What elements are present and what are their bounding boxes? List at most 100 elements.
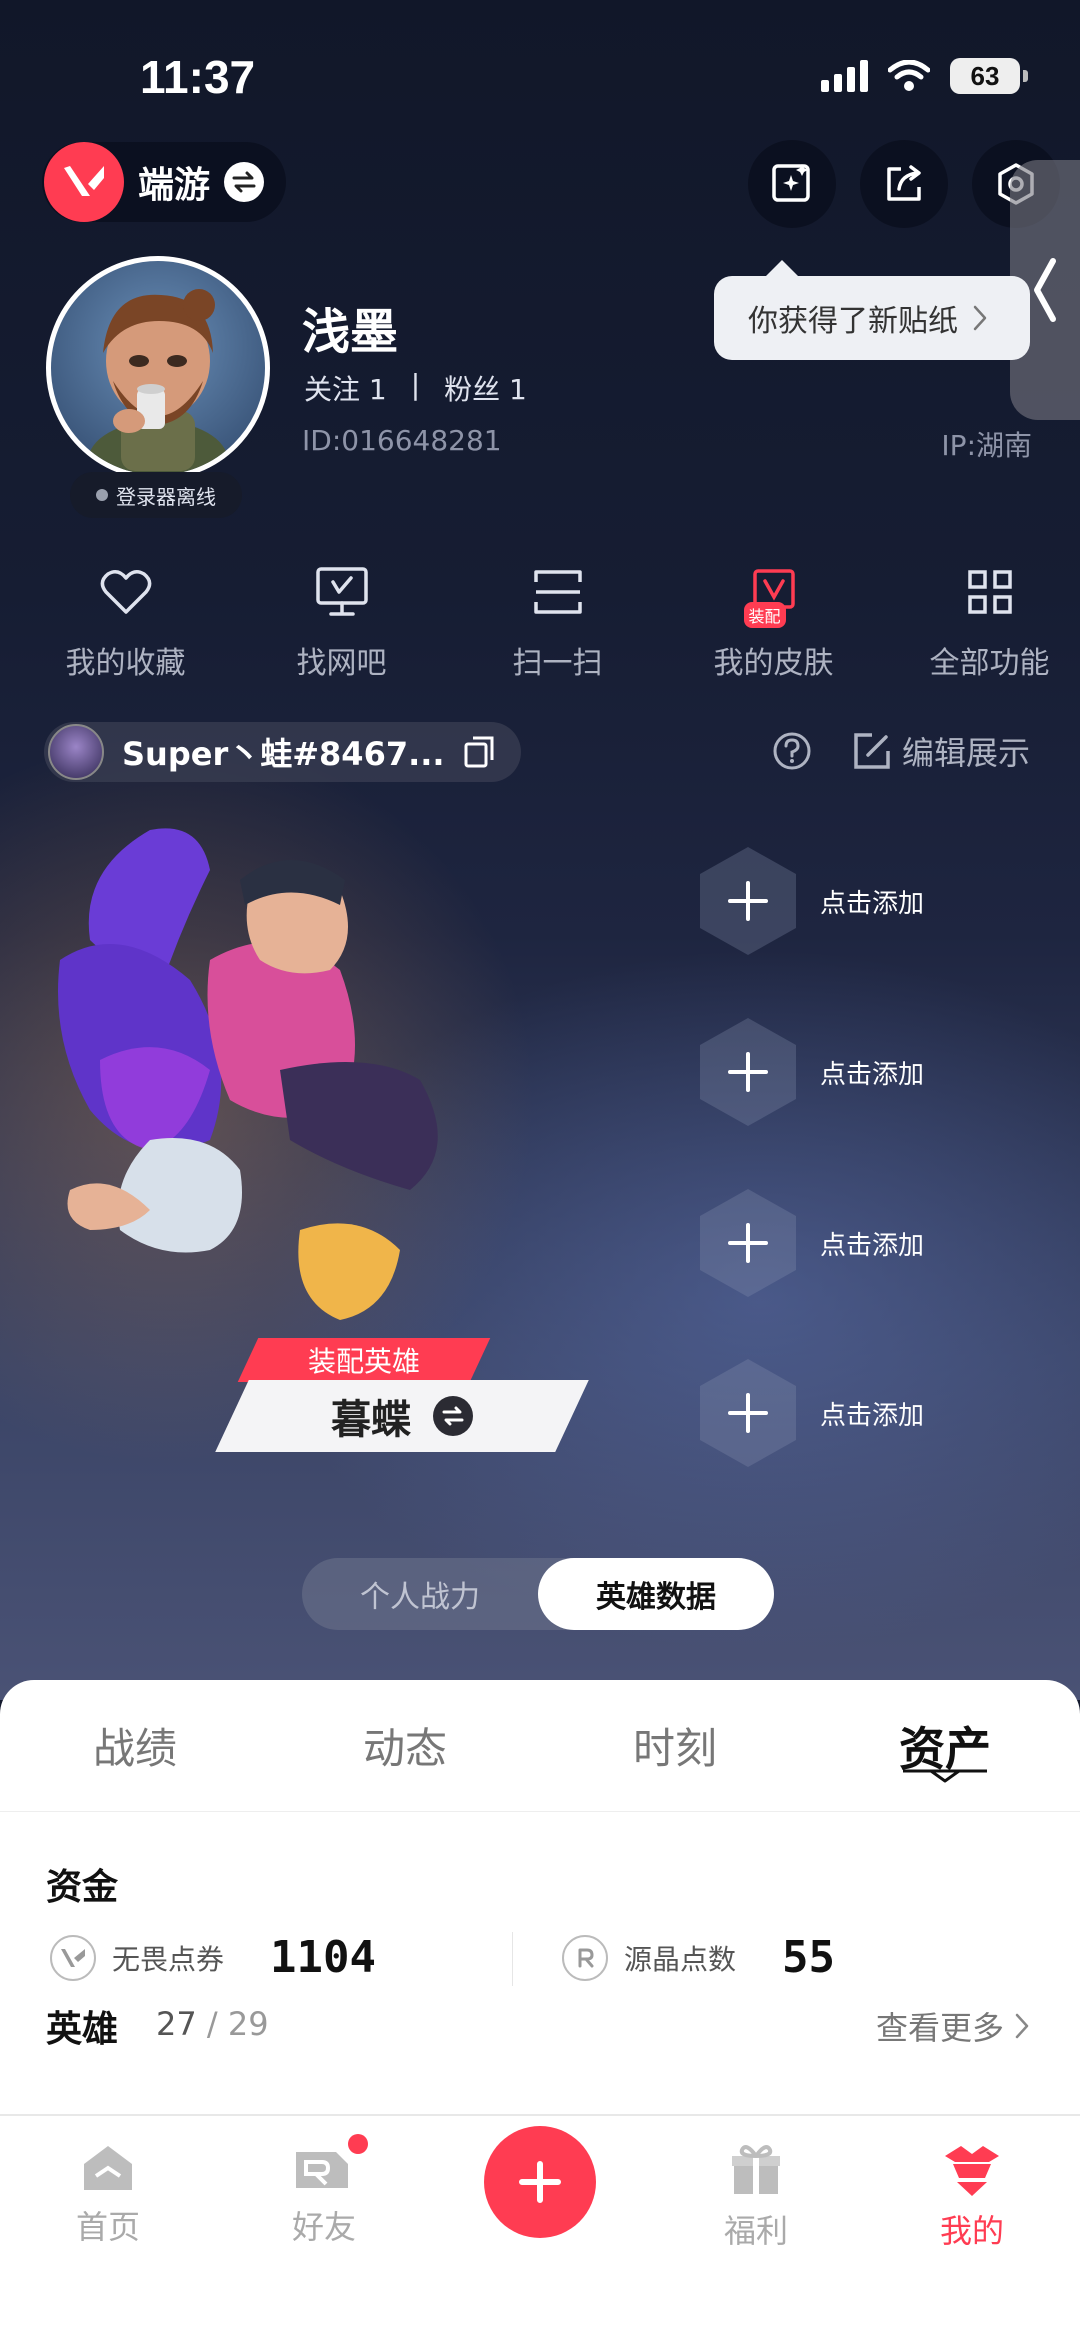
quick-action-skins[interactable]: 装配 我的皮肤	[683, 562, 864, 682]
vp-balance: 无畏点券 1104	[50, 1932, 376, 1983]
game-account-chip[interactable]: Super丶蛙#8467...	[44, 722, 521, 782]
battery-indicator: 63	[950, 58, 1028, 94]
edit-display-button[interactable]: 编辑展示	[852, 728, 1030, 774]
new-sticker-tooltip[interactable]: 你获得了新贴纸	[714, 260, 1030, 360]
quick-action-label: 全部功能	[929, 646, 1050, 681]
create-post-button[interactable]	[484, 2126, 596, 2238]
rp-value: 55	[782, 1932, 835, 1983]
quick-action-scan[interactable]: 扫一扫	[467, 562, 648, 682]
sticker-button[interactable]	[748, 140, 836, 228]
add-slot-4[interactable]: 点击添加	[700, 1358, 1020, 1468]
status-indicators: 63	[821, 58, 1028, 94]
add-slot-2[interactable]: 点击添加	[700, 1017, 1020, 1127]
funds-title: 资金	[46, 1867, 119, 1908]
hero-name: 暮蝶	[331, 1397, 411, 1443]
copy-icon[interactable]	[463, 735, 495, 769]
tab-record[interactable]: 战绩	[0, 1680, 270, 1811]
quick-action-favorites[interactable]: 我的收藏	[35, 562, 216, 682]
offline-dot-icon	[96, 489, 108, 501]
share-button[interactable]	[860, 140, 948, 228]
heroes-owned: 27	[156, 2005, 197, 2043]
skin-equip-badge: 装配	[743, 602, 786, 628]
tab-personal-power[interactable]: 个人战力	[302, 1558, 538, 1630]
nav-me[interactable]: 我的	[902, 2142, 1042, 2252]
hero-switch-button[interactable]: 暮蝶	[215, 1380, 589, 1452]
ip-location: IP:湖南	[941, 429, 1032, 462]
signal-icon	[821, 60, 868, 92]
fans-count[interactable]: 粉丝 1	[444, 368, 527, 408]
sticker-icon	[772, 164, 810, 202]
tab-hero-data[interactable]: 英雄数据	[538, 1558, 774, 1630]
tab-moments[interactable]: 时刻	[540, 1680, 810, 1811]
plus-icon	[700, 1018, 796, 1126]
heroes-count: 27 / 29	[156, 2005, 269, 2043]
add-slot-label: 点击添加	[820, 1230, 925, 1261]
quick-action-all-features[interactable]: 全部功能	[899, 562, 1080, 682]
valorant-logo-icon	[44, 142, 124, 222]
nav-label: 福利	[723, 2212, 788, 2250]
following-count[interactable]: 关注 1	[304, 368, 387, 408]
nav-label: 首页	[75, 2208, 140, 2246]
view-more-heroes-link[interactable]: 查看更多	[876, 2003, 1030, 2049]
nav-label: 好友	[291, 2208, 356, 2246]
status-time: 11:37	[140, 51, 256, 103]
vp-label: 无畏点券	[112, 1942, 225, 1976]
heroes-title: 英雄	[46, 2009, 119, 2050]
grid-icon	[960, 562, 1020, 622]
chevron-right-icon	[973, 305, 987, 331]
add-slot-label: 点击添加	[820, 1400, 925, 1431]
plus-icon	[700, 1359, 796, 1467]
vp-value: 1104	[270, 1932, 376, 1983]
plus-icon	[700, 1189, 796, 1297]
follow-divider: |	[410, 368, 421, 401]
active-tab-indicator	[903, 1769, 987, 1783]
chevron-right-icon	[1015, 2013, 1029, 2039]
nav-friends[interactable]: 好友	[254, 2134, 394, 2248]
quick-action-netcafe[interactable]: 找网吧	[251, 562, 432, 682]
add-slot-1[interactable]: 点击添加	[700, 846, 1020, 956]
rp-currency-icon	[562, 1934, 608, 1981]
quick-actions-row: 我的收藏 找网吧 扫一扫 装配 我的皮肤 全部功能	[0, 562, 1080, 682]
quick-action-label: 找网吧	[296, 646, 387, 681]
equipped-hero-image	[58, 828, 438, 1320]
vp-currency-icon	[50, 1934, 96, 1981]
plus-icon	[519, 2161, 561, 2203]
follow-stats: 关注 1 | 粉丝 1	[304, 368, 527, 408]
equipped-hero-tag: 装配英雄	[237, 1338, 491, 1382]
chevron-left-icon	[1034, 258, 1056, 322]
notification-dot	[348, 2134, 368, 2154]
edit-display-label: 编辑展示	[901, 734, 1030, 772]
display-actions: 编辑展示	[772, 728, 1030, 774]
data-view-switcher: 个人战力 英雄数据	[302, 1558, 774, 1630]
user-id: ID:016648281	[302, 424, 502, 457]
plus-icon	[700, 847, 796, 955]
friends-icon	[296, 2152, 348, 2188]
rp-label: 源晶点数	[624, 1942, 737, 1976]
scan-icon	[528, 562, 588, 622]
add-slot-3[interactable]: 点击添加	[700, 1188, 1020, 1298]
platform-label: 端游	[138, 165, 211, 206]
quick-action-label: 扫一扫	[512, 646, 603, 681]
game-account-avatar	[48, 724, 104, 780]
add-slot-label: 点击添加	[820, 1059, 925, 1090]
tab-label: 动态	[362, 1724, 447, 1773]
game-account-name: Super丶蛙#8467...	[122, 735, 445, 773]
view-more-label: 查看更多	[875, 2009, 1004, 2047]
platform-switch[interactable]: 端游	[42, 142, 287, 222]
share-icon	[887, 165, 921, 201]
avatar[interactable]	[46, 256, 270, 480]
wifi-icon	[888, 60, 930, 91]
tab-posts[interactable]: 动态	[270, 1680, 540, 1811]
tab-assets[interactable]: 资产	[810, 1680, 1080, 1811]
swap-icon	[224, 162, 265, 202]
bottom-navigation: 首页 好友 福利 我的	[0, 2114, 1080, 2341]
nav-benefits[interactable]: 福利	[686, 2142, 826, 2252]
help-icon[interactable]	[772, 731, 812, 771]
monitor-icon	[312, 562, 372, 622]
quick-action-label: 我的皮肤	[713, 646, 834, 681]
launcher-status-badge: 登录器离线	[70, 472, 242, 518]
avatar-character-image	[88, 289, 228, 475]
profile-icon	[945, 2146, 999, 2196]
nav-home[interactable]: 首页	[38, 2142, 178, 2248]
gift-icon	[732, 2145, 780, 2194]
